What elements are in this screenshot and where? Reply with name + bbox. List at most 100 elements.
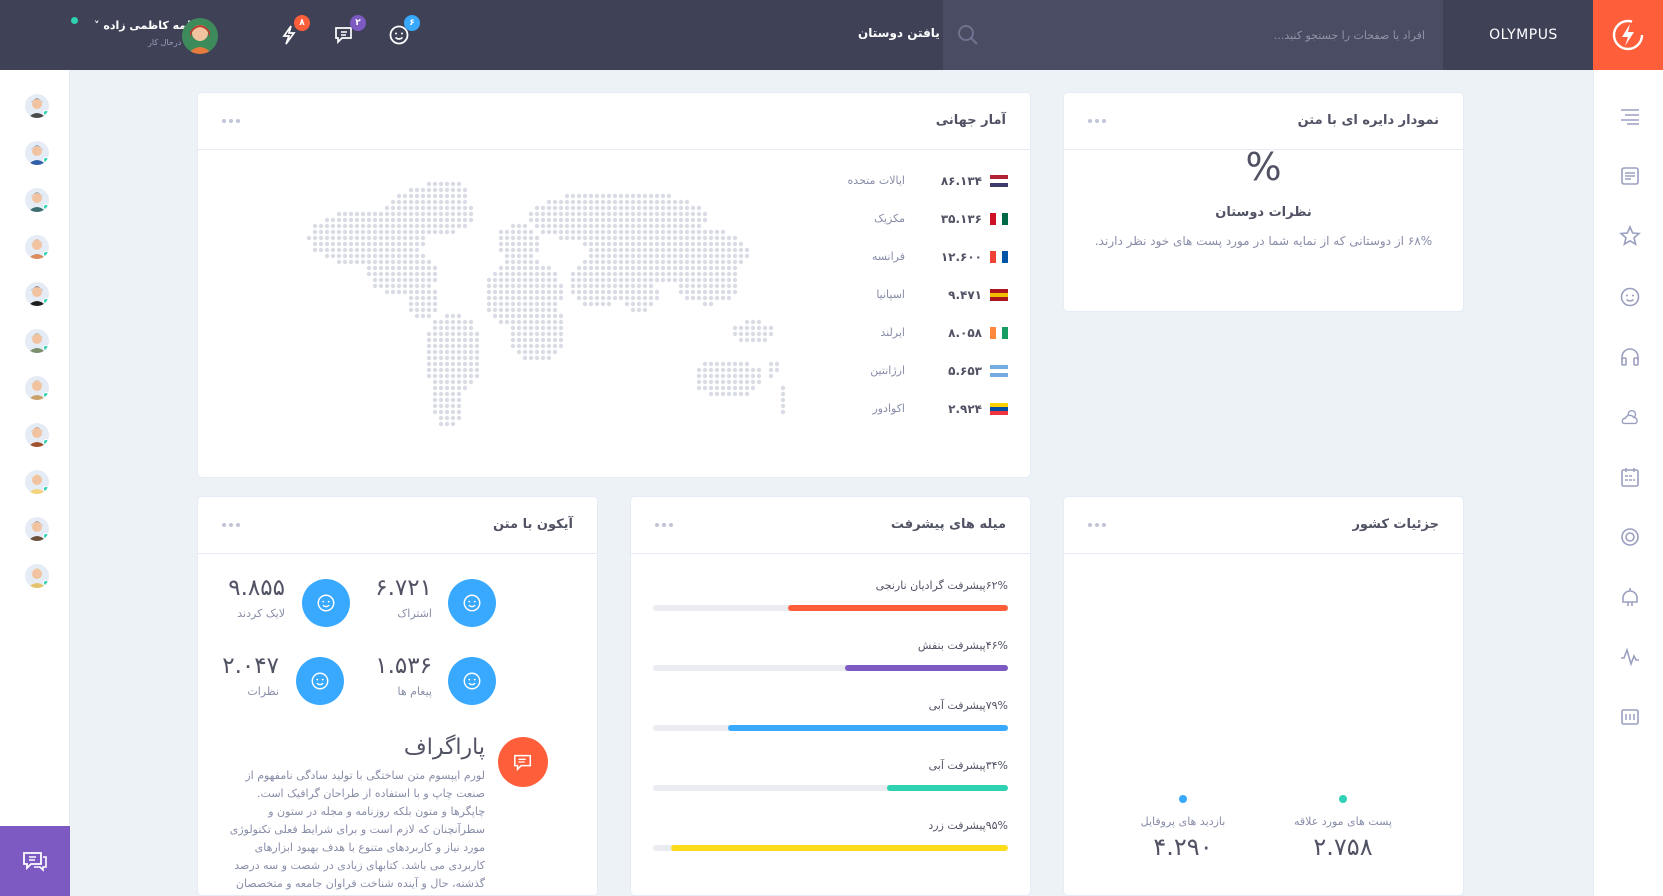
lightning-logo-icon: [1612, 19, 1644, 51]
country-stat-row: ۸۶.۱۳۴: [941, 171, 1008, 191]
progress-fill: [887, 785, 1008, 791]
online-status-dot: [43, 580, 49, 586]
friend-avatar[interactable]: [25, 470, 49, 494]
find-friends-link[interactable]: یافتن دوستان: [858, 26, 940, 40]
top-header: OLYMPUS یافتن دوستان ۶ ۲ ۸ فاطمه کاظمی ز…: [0, 0, 1663, 70]
smile-icon[interactable]: [1619, 286, 1641, 308]
progress-track: [653, 665, 1008, 671]
progress-track: [653, 605, 1008, 611]
friend-requests-button[interactable]: ۶: [384, 15, 420, 50]
card-header: جزئیات کشور: [1064, 497, 1463, 554]
online-status-dot: [43, 110, 49, 116]
friend-avatar[interactable]: [25, 329, 49, 353]
star-icon[interactable]: [1619, 225, 1641, 247]
country-name: ایالات متحده: [847, 174, 905, 187]
chat-icon: [23, 852, 47, 872]
country-name: ارژانتین: [870, 364, 905, 377]
messages-badge: ۲: [350, 15, 366, 31]
country-stat-row: ۸.۰۵۸: [948, 323, 1008, 343]
chat-circle-icon: [498, 737, 548, 787]
pie-subtitle: نظرات دوستان: [1215, 205, 1312, 220]
progress-label: ۳۴%پیشرفت آبی: [928, 759, 1008, 772]
messages-button[interactable]: ۲: [330, 15, 366, 50]
legend-dot-favorite-posts: [1339, 795, 1347, 803]
online-status-dot: [43, 486, 49, 492]
music-icon[interactable]: [1619, 586, 1641, 608]
flag-icon: [990, 175, 1008, 187]
friend-avatar[interactable]: [25, 235, 49, 259]
menu-icon[interactable]: [1619, 105, 1641, 127]
card-title: میله های پیشرفت: [890, 517, 1006, 532]
open-chat-button[interactable]: [0, 826, 70, 896]
more-options-icon[interactable]: [655, 523, 673, 527]
profile-avatar[interactable]: [182, 18, 218, 54]
flag-icon: [990, 403, 1008, 415]
stat-label: بازدید های پروفایل: [1140, 815, 1226, 828]
stat-label: پست های مورد علاقه: [1294, 815, 1392, 828]
pie-description: ۶۸% از دوستانی که از نمایه شما در مورد پ…: [1094, 234, 1433, 248]
logo[interactable]: [1593, 0, 1663, 70]
card-header: میله های پیشرفت: [631, 497, 1030, 554]
friend-avatar[interactable]: [25, 564, 49, 588]
more-options-icon[interactable]: [1088, 119, 1106, 123]
world-stats-card: آمار جهانی ۸۶.۱۳۴ ایالات متحده ۳۵.۱۳۶ مکزیک…: [197, 92, 1031, 478]
progress-fill: [844, 665, 1008, 671]
pie-chart-card: نمودار دایره ای با متن % نظرات دوستان ۶۸…: [1063, 92, 1464, 312]
progress-track: [653, 725, 1008, 731]
country-name: اکوادور: [872, 402, 905, 415]
country-value: ۸۶.۱۳۴: [940, 174, 982, 188]
online-status-dot: [43, 298, 49, 304]
more-options-icon[interactable]: [222, 523, 240, 527]
badge-icon[interactable]: [1619, 526, 1641, 548]
manage-widgets-icon[interactable]: [1619, 706, 1641, 728]
icon-with-text-card: آیکون با متن ۶.۷۲۱ اشتراک ۹.۸۵۵ لایک کرد…: [197, 496, 598, 896]
progress-fill: [787, 605, 1008, 611]
progress-bars-card: میله های پیشرفت ۶۲%پیشرفت گرادیان نارنجی…: [630, 496, 1031, 896]
friend-avatar[interactable]: [25, 376, 49, 400]
flag-icon: [990, 327, 1008, 339]
world-dot-map: [306, 181, 786, 427]
country-stat-row: ۹.۴۷۱: [948, 285, 1008, 305]
smile-circle-icon: [448, 579, 496, 627]
more-options-icon[interactable]: [222, 119, 240, 123]
friend-avatar[interactable]: [25, 282, 49, 306]
stat-value: ۲.۷۵۸: [1313, 833, 1373, 861]
friend-avatar[interactable]: [25, 94, 49, 118]
brand-name[interactable]: OLYMPUS: [1454, 0, 1593, 70]
country-stat-row: ۳۵.۱۳۶: [941, 209, 1008, 229]
search-input[interactable]: [1045, 24, 1425, 46]
smile-circle-icon: [296, 657, 344, 705]
card-header: آیکون با متن: [198, 497, 597, 554]
paragraph-text: لورم ایپسوم متن ساختگی با تولید سادگی نا…: [229, 769, 485, 890]
headphones-icon[interactable]: [1619, 346, 1641, 368]
right-menu-sidebar: [1593, 70, 1663, 896]
smile-circle-icon: [448, 657, 496, 705]
country-value: ۵.۶۵۳: [948, 364, 982, 378]
card-title: آمار جهانی: [935, 113, 1006, 128]
card-header: نمودار دایره ای با متن: [1064, 93, 1463, 150]
progress-label: ۹۵%پیشرفت زرد: [928, 819, 1008, 832]
newsfeed-icon[interactable]: [1619, 165, 1641, 187]
activity-button[interactable]: ۸: [274, 15, 310, 50]
friend-avatar[interactable]: [25, 423, 49, 447]
friend-avatar[interactable]: [25, 188, 49, 212]
progress-fill: [727, 725, 1008, 731]
friend-avatar[interactable]: [25, 517, 49, 541]
stats-icon[interactable]: [1619, 646, 1641, 668]
weather-icon[interactable]: [1619, 406, 1641, 428]
friend-avatar[interactable]: [25, 141, 49, 165]
search-icon[interactable]: [957, 24, 979, 46]
more-options-icon[interactable]: [1088, 523, 1106, 527]
online-status-dot: [43, 439, 49, 445]
stat-value: ۶.۷۲۱: [375, 575, 432, 601]
online-status-dot: [43, 533, 49, 539]
smile-circle-icon: [302, 579, 350, 627]
country-stat-row: ۱۲.۶۰۰: [941, 247, 1008, 267]
country-value: ۸.۰۵۸: [948, 326, 982, 340]
progress-fill: [670, 845, 1008, 851]
calendar-icon[interactable]: [1619, 466, 1641, 488]
activity-badge: ۸: [294, 15, 310, 31]
country-value: ۹.۴۷۱: [948, 288, 982, 302]
country-name: فرانسه: [871, 250, 905, 263]
profile-status: درحال کار: [148, 38, 182, 47]
